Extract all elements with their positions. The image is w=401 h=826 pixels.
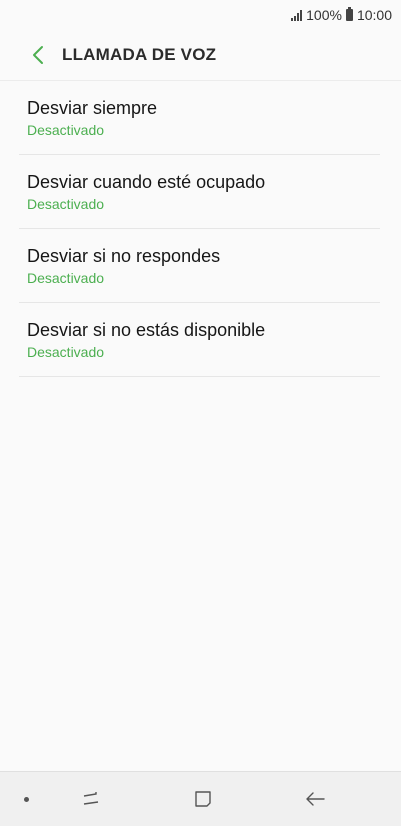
forwarding-options-list: Desviar siempre Desactivado Desviar cuan… (19, 81, 380, 377)
list-item-desviar-ocupado[interactable]: Desviar cuando esté ocupado Desactivado (19, 155, 380, 229)
recent-apps-button[interactable] (76, 784, 106, 814)
back-button[interactable] (18, 35, 58, 75)
battery-icon (345, 7, 353, 21)
signal-icon (291, 9, 303, 21)
item-title: Desviar siempre (27, 97, 158, 118)
clock: 10:00 (356, 7, 392, 23)
item-status: Desactivado (27, 195, 105, 212)
item-status: Desactivado (27, 121, 105, 138)
list-item-desviar-siempre[interactable]: Desviar siempre Desactivado (19, 81, 380, 155)
item-title: Desviar si no estás disponible (27, 319, 266, 340)
home-icon (195, 791, 211, 807)
item-title: Desviar cuando esté ocupado (27, 171, 266, 192)
app-header: LLAMADA DE VOZ (0, 30, 401, 81)
list-item-desviar-no-respondes[interactable]: Desviar si no respondes Desactivado (19, 229, 380, 303)
home-button[interactable] (188, 784, 218, 814)
item-status: Desactivado (27, 269, 105, 286)
back-arrow-icon (306, 792, 325, 806)
item-title: Desviar si no respondes (27, 245, 221, 266)
status-bar: 100% 10:00 (0, 0, 401, 30)
back-nav-button[interactable] (300, 784, 330, 814)
chevron-left-icon (33, 46, 43, 64)
battery-percent: 100% (306, 7, 342, 23)
recent-apps-icon (83, 792, 99, 805)
item-status: Desactivado (27, 343, 105, 360)
page-title: LLAMADA DE VOZ (62, 45, 217, 64)
navigation-bar (0, 771, 401, 826)
dot-indicator-icon (24, 797, 29, 802)
list-item-desviar-no-disponible[interactable]: Desviar si no estás disponible Desactiva… (19, 303, 380, 377)
